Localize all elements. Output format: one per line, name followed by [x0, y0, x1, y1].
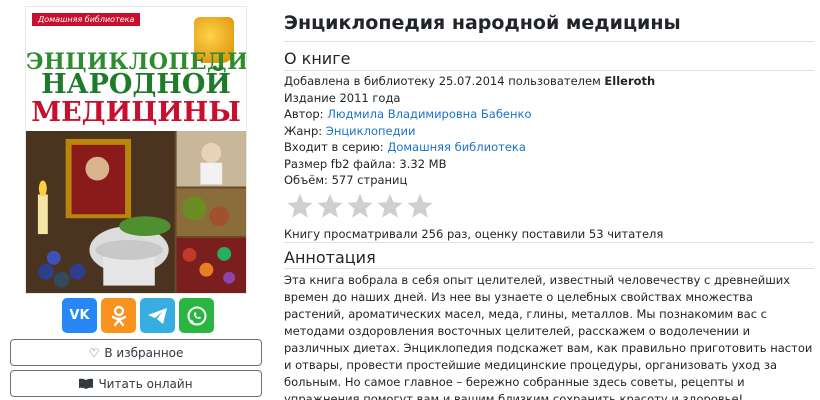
views-text: Книгу просматривали 256 раз, оценку пост… [284, 227, 664, 241]
annotation-text: Эта книга вобрала в себя опыт целителей,… [284, 273, 813, 400]
odnoklassniki-share-button[interactable] [101, 298, 136, 333]
page-title: Энциклопедия народной медицины [284, 12, 681, 34]
series-row: Входит в серию: Домашняя библиотека [284, 139, 655, 156]
genre-row: Жанр: Энциклопедии [284, 123, 655, 140]
volume-row: Объём: 577 страниц [284, 172, 655, 189]
star-icon[interactable] [406, 192, 434, 220]
file-size-label: Размер fb2 файла: [284, 156, 396, 171]
file-size-value: 3.32 MB [399, 156, 447, 171]
read-online-button[interactable]: Читать онлайн [10, 370, 262, 397]
divider [284, 268, 814, 269]
book-cover: Домашняя библиотека ЭНЦИКЛОПЕДИЯ НАРОДНО… [25, 6, 247, 294]
add-to-favorites-label: В избранное [104, 345, 184, 360]
volume-value: 577 страниц [331, 173, 408, 187]
vk-share-button[interactable]: VK [62, 298, 97, 333]
genre-link[interactable]: Энциклопедии [326, 124, 416, 138]
heart-icon: ♡ [88, 345, 100, 360]
cover-title-line2: НАРОДНОЙ [41, 69, 231, 100]
author-label: Автор: [284, 107, 324, 121]
whatsapp-share-button[interactable] [179, 298, 214, 333]
divider [284, 70, 814, 71]
read-online-label: Читать онлайн [98, 376, 193, 391]
author-link[interactable]: Людмила Владимировна Бабенко [327, 107, 531, 121]
file-size-row: Размер fb2 файла: 3.32 MB [284, 156, 655, 173]
about-heading: О книге [284, 49, 351, 68]
cover-artwork [26, 131, 246, 293]
series-link[interactable]: Домашняя библиотека [387, 140, 526, 154]
annotation-heading: Аннотация [284, 248, 376, 267]
cover-series-tag: Домашняя библиотека [32, 13, 141, 26]
whatsapp-icon [187, 306, 206, 325]
added-row: Добавлена в библиотеку 25.07.2014 пользо… [284, 73, 655, 90]
book-open-icon [79, 378, 94, 389]
share-buttons: VK [62, 298, 214, 333]
series-label: Входит в серию: [284, 140, 384, 154]
genre-label: Жанр: [284, 123, 323, 138]
vk-icon: VK [69, 308, 90, 323]
odnoklassniki-icon [111, 305, 126, 326]
telegram-share-button[interactable] [140, 298, 175, 333]
added-user: Elleroth [604, 74, 656, 88]
rating-stars [286, 192, 434, 220]
star-icon[interactable] [346, 192, 374, 220]
star-icon[interactable] [316, 192, 344, 220]
volume-label: Объём: [284, 173, 328, 187]
added-text: Добавлена в библиотеку 25.07.2014 пользо… [284, 74, 601, 88]
edition-row: Издание 2011 года [284, 90, 401, 105]
divider [284, 242, 814, 243]
telegram-icon [147, 307, 167, 324]
author-row: Автор: Людмила Владимировна Бабенко [284, 106, 655, 123]
book-info: Добавлена в библиотеку 25.07.2014 пользо… [284, 73, 655, 189]
add-to-favorites-button[interactable]: ♡ В избранное [10, 339, 262, 366]
cover-title-line3: МЕДИЦИНЫ [31, 97, 241, 128]
divider [284, 41, 814, 42]
star-icon[interactable] [286, 192, 314, 220]
star-icon[interactable] [376, 192, 404, 220]
